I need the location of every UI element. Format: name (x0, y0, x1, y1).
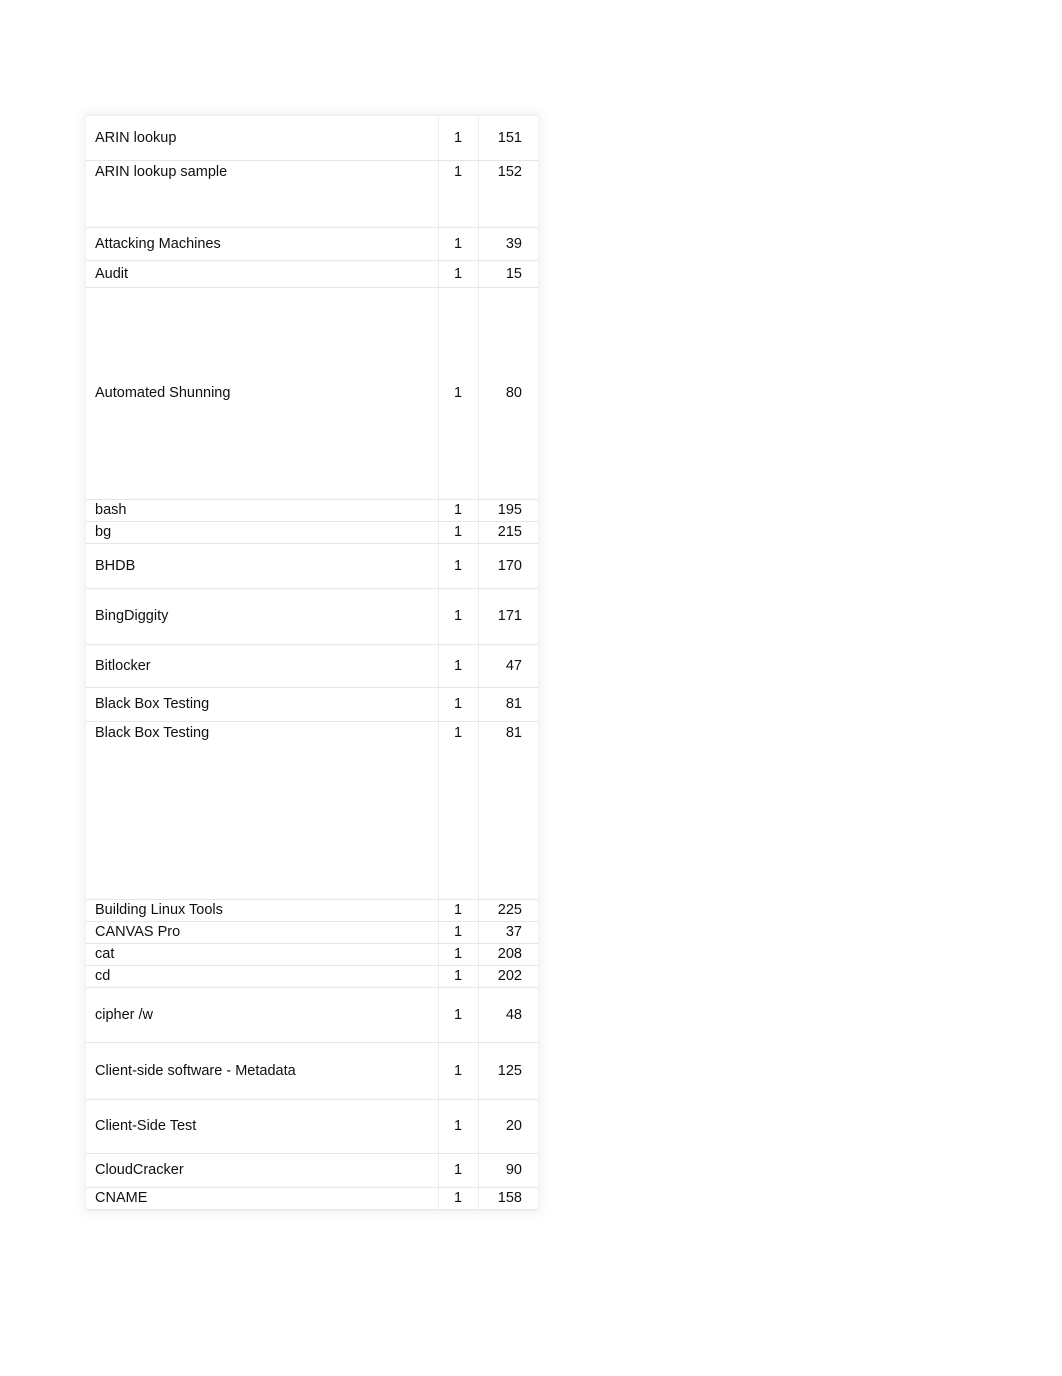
table-row[interactable]: Bitlocker 1 47 (86, 644, 538, 688)
term-cell[interactable]: Client-side software - Metadata (86, 1042, 439, 1100)
count-cell[interactable]: 1 (438, 644, 479, 688)
term-cell[interactable]: CloudCracker (86, 1153, 439, 1188)
count-cell[interactable]: 1 (438, 115, 479, 161)
count-cell[interactable]: 1 (438, 1187, 479, 1210)
count-cell[interactable]: 1 (438, 987, 479, 1043)
term-cell[interactable]: Building Linux Tools (86, 899, 439, 922)
page-number-cell[interactable]: 171 (478, 588, 538, 645)
count-cell[interactable]: 1 (438, 1042, 479, 1100)
table-row[interactable]: cat 1 208 (86, 943, 538, 966)
count-cell[interactable]: 1 (438, 1099, 479, 1154)
document-page: ARIN lookup 1 151 ARIN lookup sample 1 152 Att… (0, 0, 1062, 1376)
term-cell[interactable]: Black Box Testing (86, 721, 439, 900)
table-row[interactable]: Building Linux Tools 1 225 (86, 899, 538, 922)
page-number-cell[interactable]: 37 (478, 921, 538, 944)
table-row[interactable]: Black Box Testing 1 81 (86, 687, 538, 722)
page-number-cell[interactable]: 170 (478, 543, 538, 589)
table-row[interactable]: cipher /w 1 48 (86, 987, 538, 1043)
index-table-body: ARIN lookup 1 151 ARIN lookup sample 1 152 Att… (86, 115, 538, 1210)
term-cell[interactable]: Client-Side Test (86, 1099, 439, 1154)
page-number-cell[interactable]: 202 (478, 965, 538, 988)
table-row[interactable]: BingDiggity 1 171 (86, 588, 538, 645)
term-cell[interactable]: BingDiggity (86, 588, 439, 645)
table-row[interactable]: Client-Side Test 1 20 (86, 1099, 538, 1154)
count-cell[interactable]: 1 (438, 1153, 479, 1188)
term-cell[interactable]: Black Box Testing (86, 687, 439, 722)
page-number-cell[interactable]: 20 (478, 1099, 538, 1154)
page-number-cell[interactable]: 215 (478, 521, 538, 544)
term-cell[interactable]: CANVAS Pro (86, 921, 439, 944)
page-number-cell[interactable]: 152 (478, 160, 538, 228)
term-cell[interactable]: Audit (86, 260, 439, 288)
term-cell[interactable]: ARIN lookup (86, 115, 439, 161)
table-row[interactable]: ARIN lookup 1 151 (86, 115, 538, 161)
page-number-cell[interactable]: 90 (478, 1153, 538, 1188)
index-table: ARIN lookup 1 151 ARIN lookup sample 1 152 Att… (86, 115, 538, 1210)
count-cell[interactable]: 1 (438, 899, 479, 922)
term-cell[interactable]: Bitlocker (86, 644, 439, 688)
term-cell[interactable]: cat (86, 943, 439, 966)
count-cell[interactable]: 1 (438, 521, 479, 544)
table-row[interactable]: cd 1 202 (86, 965, 538, 988)
page-number-cell[interactable]: 195 (478, 499, 538, 522)
table-row[interactable]: Client-side software - Metadata 1 125 (86, 1042, 538, 1100)
term-cell[interactable]: cd (86, 965, 439, 988)
term-cell[interactable]: Attacking Machines (86, 227, 439, 261)
count-cell[interactable]: 1 (438, 921, 479, 944)
term-cell[interactable]: Automated Shunning (86, 287, 439, 500)
count-cell[interactable]: 1 (438, 721, 479, 900)
count-cell[interactable]: 1 (438, 965, 479, 988)
term-cell[interactable]: ARIN lookup sample (86, 160, 439, 228)
count-cell[interactable]: 1 (438, 588, 479, 645)
table-row[interactable]: CANVAS Pro 1 37 (86, 921, 538, 944)
table-row[interactable]: Attacking Machines 1 39 (86, 227, 538, 261)
count-cell[interactable]: 1 (438, 227, 479, 261)
page-number-cell[interactable]: 80 (478, 287, 538, 500)
count-cell[interactable]: 1 (438, 543, 479, 589)
page-number-cell[interactable]: 15 (478, 260, 538, 288)
table-row[interactable]: Black Box Testing 1 81 (86, 721, 538, 900)
count-cell[interactable]: 1 (438, 260, 479, 288)
page-number-cell[interactable]: 208 (478, 943, 538, 966)
page-number-cell[interactable]: 81 (478, 687, 538, 722)
page-number-cell[interactable]: 39 (478, 227, 538, 261)
term-cell[interactable]: bash (86, 499, 439, 522)
term-cell[interactable]: cipher /w (86, 987, 439, 1043)
page-number-cell[interactable]: 48 (478, 987, 538, 1043)
term-cell[interactable]: CNAME (86, 1187, 439, 1210)
count-cell[interactable]: 1 (438, 943, 479, 966)
table-row[interactable]: CNAME 1 158 (86, 1187, 538, 1210)
count-cell[interactable]: 1 (438, 687, 479, 722)
index-table-block: ARIN lookup 1 151 ARIN lookup sample 1 152 Att… (86, 115, 538, 1210)
page-number-cell[interactable]: 225 (478, 899, 538, 922)
term-cell[interactable]: bg (86, 521, 439, 544)
table-row[interactable]: bash 1 195 (86, 499, 538, 522)
table-row[interactable]: Audit 1 15 (86, 260, 538, 288)
count-cell[interactable]: 1 (438, 287, 479, 500)
count-cell[interactable]: 1 (438, 160, 479, 228)
page-number-cell[interactable]: 81 (478, 721, 538, 900)
table-row[interactable]: bg 1 215 (86, 521, 538, 544)
page-number-cell[interactable]: 47 (478, 644, 538, 688)
term-cell[interactable]: BHDB (86, 543, 439, 589)
count-cell[interactable]: 1 (438, 499, 479, 522)
page-number-cell[interactable]: 158 (478, 1187, 538, 1210)
table-row[interactable]: ARIN lookup sample 1 152 (86, 160, 538, 228)
table-row[interactable]: CloudCracker 1 90 (86, 1153, 538, 1188)
table-row[interactable]: BHDB 1 170 (86, 543, 538, 589)
table-row[interactable]: Automated Shunning 1 80 (86, 287, 538, 500)
page-number-cell[interactable]: 151 (478, 115, 538, 161)
page-number-cell[interactable]: 125 (478, 1042, 538, 1100)
